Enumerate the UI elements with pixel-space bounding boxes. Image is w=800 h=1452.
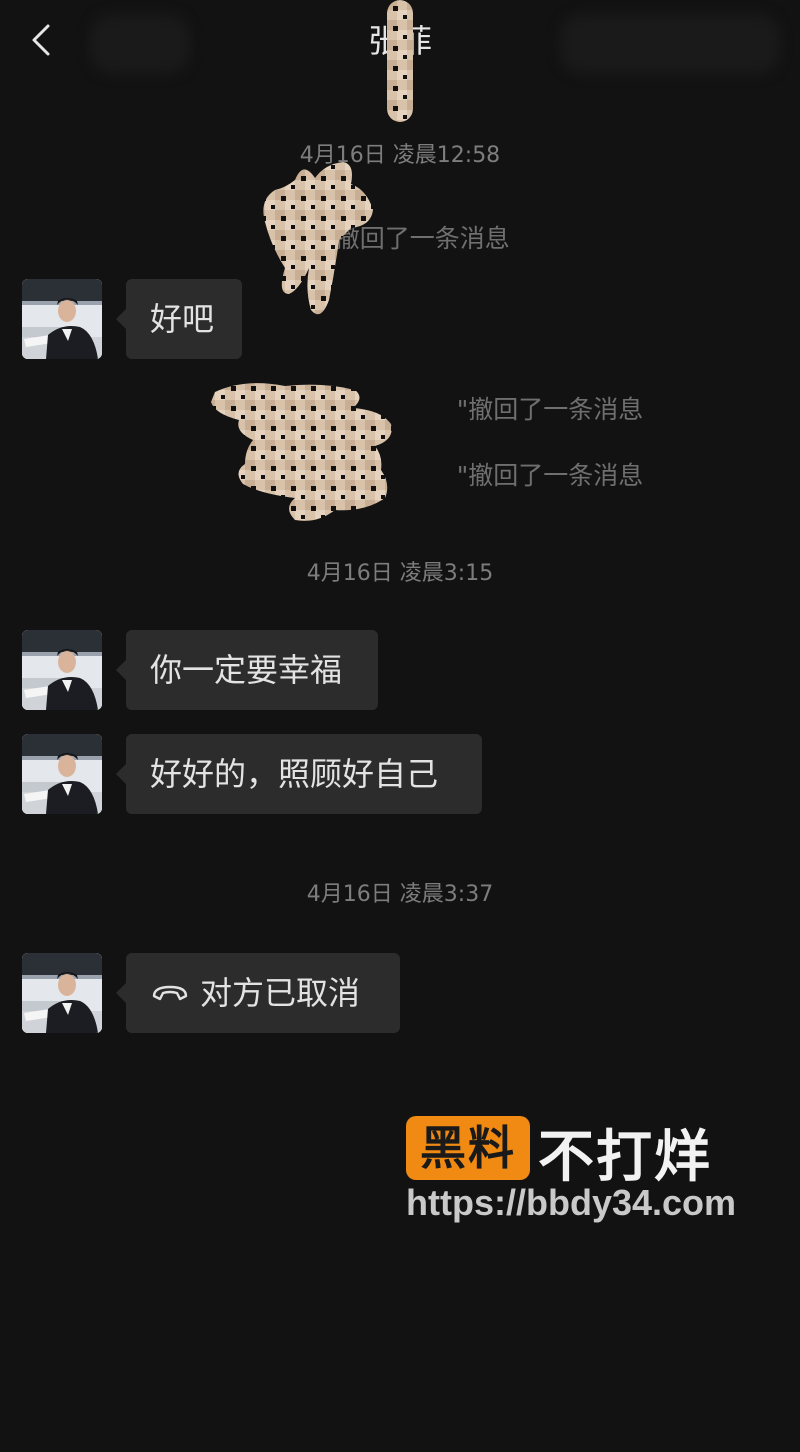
call-status-text: 对方已取消	[200, 974, 361, 1012]
blurred-area-left	[90, 14, 190, 74]
avatar[interactable]	[22, 279, 102, 359]
avatar[interactable]	[22, 953, 102, 1033]
timestamp: 4月16日 凌晨12:58	[299, 143, 501, 168]
watermark-url: https://bbdy34.com	[406, 1182, 737, 1223]
mosaic-overlay	[387, 0, 413, 122]
chat-header: 张菲	[0, 0, 800, 122]
timestamp: 4月16日 凌晨3:37	[306, 882, 494, 907]
blurred-area-right	[560, 14, 780, 74]
avatar[interactable]	[22, 630, 102, 710]
message-bubble[interactable]: 好吧	[116, 279, 242, 359]
message-bubble[interactable]: 好好的，照顾好自己	[116, 734, 482, 814]
message-bubble[interactable]: 你一定要幸福	[116, 630, 378, 710]
mosaic-overlay	[263, 162, 373, 315]
call-cancelled-bubble[interactable]: 对方已取消	[116, 953, 400, 1033]
avatar[interactable]	[22, 734, 102, 814]
phone-hangup-icon	[152, 985, 188, 1001]
chat-title: 张菲	[250, 0, 550, 122]
back-button[interactable]	[22, 18, 62, 62]
timestamp: 4月16日 凌晨3:15	[306, 561, 494, 586]
mosaic-overlay	[211, 383, 392, 521]
watermark-badge: 黑料	[406, 1116, 530, 1180]
watermark-text: 不打烊	[538, 1125, 712, 1190]
chat-screen: 张菲 4月16日 凌晨12:58 "张 撤回了一条消息 好吧 "撤回了一条消息 …	[0, 0, 800, 1452]
recall-notice: "张 撤回了一条消息	[290, 224, 510, 253]
chevron-left-icon	[32, 24, 50, 56]
